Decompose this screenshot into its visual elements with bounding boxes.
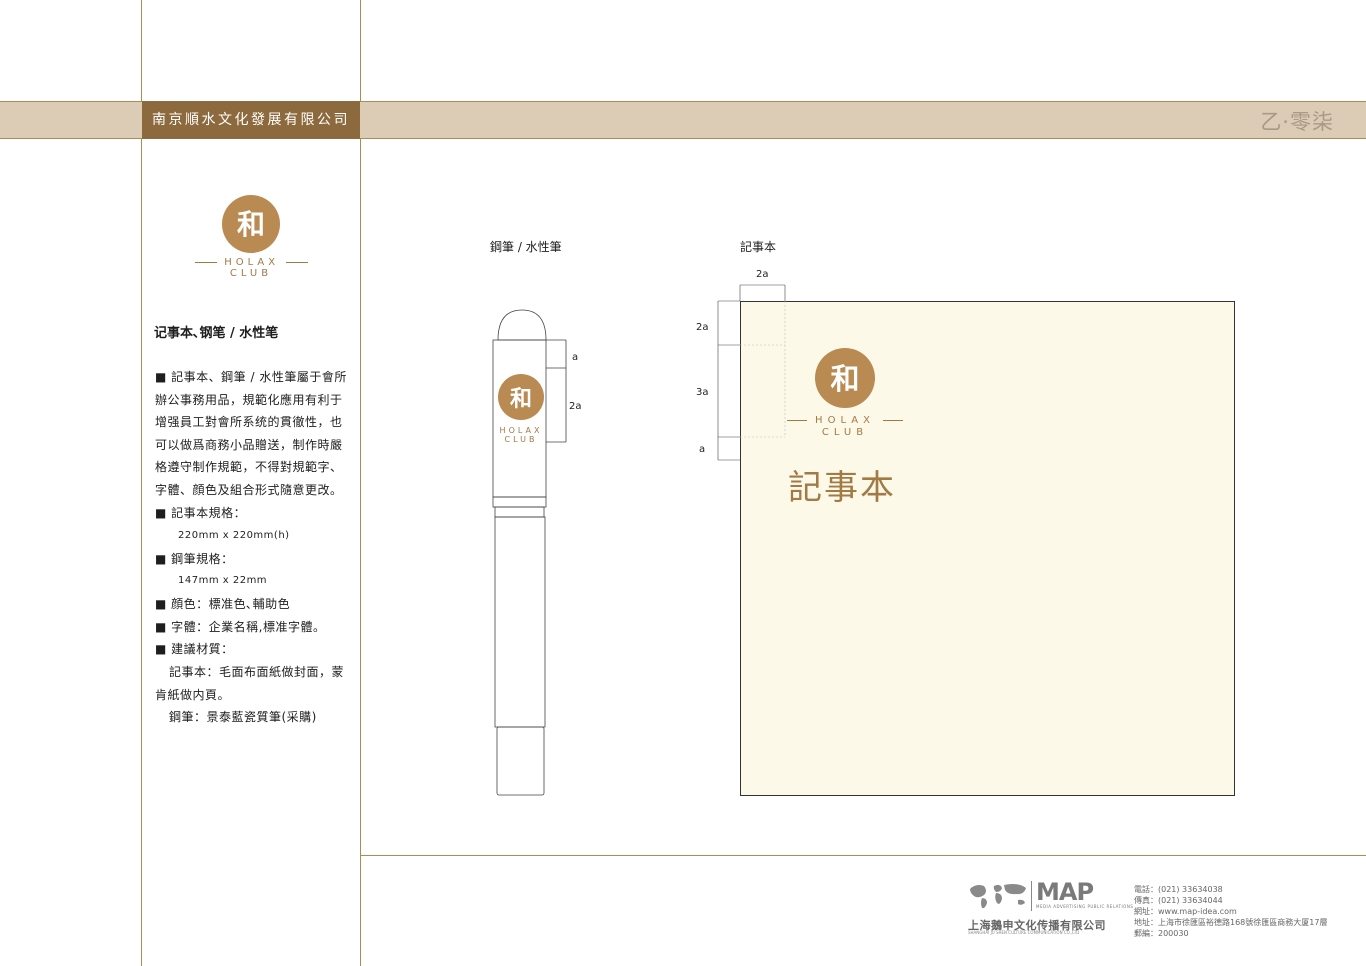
notebook-spec-label: ■ 記事本規格： [155,506,247,520]
company-name-box: 南京順水文化發展有限公司 [142,101,360,139]
font-line: ■ 字體：企業名稱,標准字體。 [155,620,326,634]
footer-divider-line [360,855,1366,856]
logo-word-holax: HOLAX [195,257,309,268]
pen-logo-word-club: CLUB [504,435,538,444]
pen-logo-glyph: 和 [509,386,532,412]
notebook-logo-word-holax: HOLAX [784,415,906,426]
notebook-dimension-lines [717,284,786,461]
footer-web: 網址：www.map-idea.com [1134,907,1237,916]
left-margin-line [141,0,142,966]
pen-spec-value: 147mm x 22mm [178,575,268,586]
material-label: ■ 建議材質： [155,642,234,656]
notebook-dim-left-3a: 3a [696,387,709,398]
material-notebook: 記事本：毛面布面紙做封面，蒙肯紙做内頁。 [155,665,345,702]
map-logo: MAP [1036,878,1094,906]
footer-address: 地址：上海市徐匯區裕德路168號徐匯區商務大厦17層 [1134,918,1328,927]
sidebar-title: 记事本､钢笔 / 水性笔 [154,326,279,341]
notebook-title: 記事本 [788,468,896,508]
color-line: ■ 顔色：標准色､輔助色 [155,597,291,611]
notebook-dim-top-2a: 2a [756,269,769,280]
footer-postcode: 郵編：200030 [1134,929,1189,938]
notebook-dim-left-a: a [699,444,706,455]
footer-logo-divider [1031,881,1032,911]
notebook-dim-left-2a: 2a [696,322,709,333]
logo-glyph: 和 [236,208,265,241]
material-pen: 鋼筆：景泰藍瓷質筆(采購) [169,710,317,724]
notebook-spec-value: 220mm x 220mm(h) [178,530,290,541]
world-map-icon [970,884,1026,909]
pen-dim-a: a [572,352,579,363]
footer-company-en: SHANGHAI JU SHEN CULTURE COMMUNICATION C… [968,930,1080,935]
pen-spec-label: ■ 鋼筆規格： [155,552,234,566]
footer-fax: 傳真：(021) 33634044 [1134,896,1223,905]
pen-logo-word-holax: HOLAX [499,426,543,435]
pen-drawing [492,309,567,796]
pen-dim-2a: 2a [569,401,582,412]
notebook-section-label: 記事本 [740,240,777,254]
logo-word-club: CLUB [229,268,273,279]
page-code: 乙·零柒 [1260,110,1334,134]
notebook-logo-word-club: CLUB [821,427,869,438]
pen-section-label: 鋼筆 / 水性筆 [490,240,562,254]
footer-phone: 電話：(021) 33634038 [1134,885,1223,894]
map-tagline: MEDIA ADVERTISING PUBLIC RELATIONS [1036,904,1134,909]
sidebar-divider-line [360,0,361,966]
sidebar-paragraph: ■ 記事本、鋼筆 / 水性筆屬于會所辦公事務用品，規範化應用有利于增强員工對會所… [155,370,347,497]
notebook-logo-glyph: 和 [830,362,860,396]
